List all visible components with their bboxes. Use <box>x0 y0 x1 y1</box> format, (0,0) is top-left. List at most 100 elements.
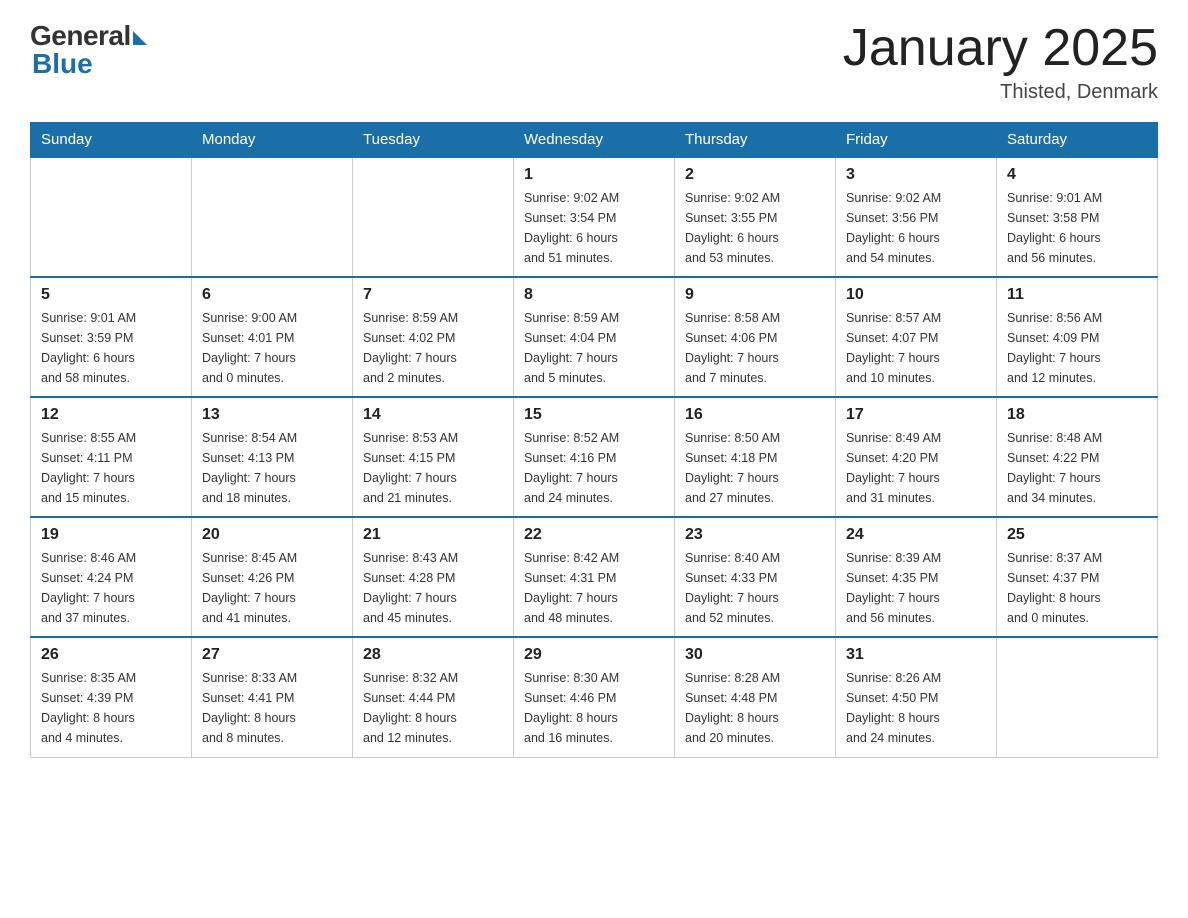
day-info: Sunrise: 8:30 AMSunset: 4:46 PMDaylight:… <box>524 668 664 748</box>
day-number: 24 <box>846 526 986 544</box>
day-info: Sunrise: 9:02 AMSunset: 3:54 PMDaylight:… <box>524 188 664 268</box>
calendar-week-row: 1 Sunrise: 9:02 AMSunset: 3:54 PMDaylight… <box>31 157 1158 277</box>
table-row: 28 Sunrise: 8:32 AMSunset: 4:44 PMDayligh… <box>353 637 514 757</box>
logo-arrow-icon <box>133 31 147 45</box>
day-number: 18 <box>1007 406 1147 424</box>
day-info: Sunrise: 8:55 AMSunset: 4:11 PMDaylight:… <box>41 428 181 508</box>
day-number: 30 <box>685 646 825 664</box>
day-number: 6 <box>202 286 342 304</box>
table-row: 17 Sunrise: 8:49 AMSunset: 4:20 PMDayligh… <box>836 397 997 517</box>
day-info: Sunrise: 9:02 AMSunset: 3:56 PMDaylight:… <box>846 188 986 268</box>
table-row: 20 Sunrise: 8:45 AMSunset: 4:26 PMDayligh… <box>192 517 353 637</box>
day-number: 7 <box>363 286 503 304</box>
table-row: 3Sunrise: 9:02 AMSunset: 3:56 PMDaylight… <box>836 157 997 277</box>
calendar-week-row: 5Sunrise: 9:01 AMSunset: 3:59 PMDaylight… <box>31 277 1158 397</box>
header-wednesday: Wednesday <box>514 123 675 158</box>
page-header: General Blue January 2025 Thisted, Denma… <box>30 20 1158 104</box>
table-row: 25Sunrise: 8:37 AMSunset: 4:37 PMDayligh… <box>997 517 1158 637</box>
calendar-subtitle: Thisted, Denmark <box>843 81 1158 104</box>
table-row: 9 Sunrise: 8:58 AMSunset: 4:06 PMDaylight… <box>675 277 836 397</box>
table-row: 5Sunrise: 9:01 AMSunset: 3:59 PMDaylight… <box>31 277 192 397</box>
day-number: 9 <box>685 286 825 304</box>
logo: General Blue <box>30 20 147 80</box>
day-number: 13 <box>202 406 342 424</box>
header-sunday: Sunday <box>31 123 192 158</box>
table-row: 16 Sunrise: 8:50 AMSunset: 4:18 PMDayligh… <box>675 397 836 517</box>
calendar-week-row: 19 Sunrise: 8:46 AMSunset: 4:24 PMDayligh… <box>31 517 1158 637</box>
table-row: 6Sunrise: 9:00 AMSunset: 4:01 PMDaylight… <box>192 277 353 397</box>
table-row: 21Sunrise: 8:43 AMSunset: 4:28 PMDayligh… <box>353 517 514 637</box>
table-row: 14Sunrise: 8:53 AMSunset: 4:15 PMDayligh… <box>353 397 514 517</box>
day-info: Sunrise: 8:54 AMSunset: 4:13 PMDaylight:… <box>202 428 342 508</box>
day-info: Sunrise: 8:59 AMSunset: 4:04 PMDaylight:… <box>524 308 664 388</box>
day-number: 11 <box>1007 286 1147 304</box>
day-number: 26 <box>41 646 181 664</box>
calendar-week-row: 26 Sunrise: 8:35 AMSunset: 4:39 PMDayligh… <box>31 637 1158 757</box>
table-row: 29 Sunrise: 8:30 AMSunset: 4:46 PMDayligh… <box>514 637 675 757</box>
day-number: 23 <box>685 526 825 544</box>
day-number: 20 <box>202 526 342 544</box>
table-row: 23 Sunrise: 8:40 AMSunset: 4:33 PMDayligh… <box>675 517 836 637</box>
day-number: 27 <box>202 646 342 664</box>
table-row: 30Sunrise: 8:28 AMSunset: 4:48 PMDayligh… <box>675 637 836 757</box>
day-number: 22 <box>524 526 664 544</box>
table-row <box>353 157 514 277</box>
day-number: 29 <box>524 646 664 664</box>
table-row: 19 Sunrise: 8:46 AMSunset: 4:24 PMDayligh… <box>31 517 192 637</box>
table-row: 11Sunrise: 8:56 AMSunset: 4:09 PMDayligh… <box>997 277 1158 397</box>
day-info: Sunrise: 8:45 AMSunset: 4:26 PMDaylight:… <box>202 548 342 628</box>
day-info: Sunrise: 8:40 AMSunset: 4:33 PMDaylight:… <box>685 548 825 628</box>
day-info: Sunrise: 8:39 AMSunset: 4:35 PMDaylight:… <box>846 548 986 628</box>
day-info: Sunrise: 9:01 AMSunset: 3:58 PMDaylight:… <box>1007 188 1147 268</box>
header-monday: Monday <box>192 123 353 158</box>
table-row: 27 Sunrise: 8:33 AMSunset: 4:41 PMDayligh… <box>192 637 353 757</box>
day-info: Sunrise: 8:50 AMSunset: 4:18 PMDaylight:… <box>685 428 825 508</box>
table-row <box>31 157 192 277</box>
day-number: 4 <box>1007 166 1147 184</box>
table-row: 8 Sunrise: 8:59 AMSunset: 4:04 PMDaylight… <box>514 277 675 397</box>
day-info: Sunrise: 8:52 AMSunset: 4:16 PMDaylight:… <box>524 428 664 508</box>
calendar-table: Sunday Monday Tuesday Wednesday Thursday… <box>30 122 1158 758</box>
day-info: Sunrise: 8:49 AMSunset: 4:20 PMDaylight:… <box>846 428 986 508</box>
table-row: 1 Sunrise: 9:02 AMSunset: 3:54 PMDaylight… <box>514 157 675 277</box>
day-info: Sunrise: 8:37 AMSunset: 4:37 PMDaylight:… <box>1007 548 1147 628</box>
day-info: Sunrise: 8:35 AMSunset: 4:39 PMDaylight:… <box>41 668 181 748</box>
day-number: 17 <box>846 406 986 424</box>
day-number: 8 <box>524 286 664 304</box>
day-info: Sunrise: 8:26 AMSunset: 4:50 PMDaylight:… <box>846 668 986 748</box>
header-friday: Friday <box>836 123 997 158</box>
day-number: 21 <box>363 526 503 544</box>
day-number: 10 <box>846 286 986 304</box>
day-info: Sunrise: 8:33 AMSunset: 4:41 PMDaylight:… <box>202 668 342 748</box>
day-number: 28 <box>363 646 503 664</box>
table-row: 12 Sunrise: 8:55 AMSunset: 4:11 PMDayligh… <box>31 397 192 517</box>
day-info: Sunrise: 8:32 AMSunset: 4:44 PMDaylight:… <box>363 668 503 748</box>
table-row: 15 Sunrise: 8:52 AMSunset: 4:16 PMDayligh… <box>514 397 675 517</box>
day-number: 1 <box>524 166 664 184</box>
header-tuesday: Tuesday <box>353 123 514 158</box>
header-thursday: Thursday <box>675 123 836 158</box>
header-saturday: Saturday <box>997 123 1158 158</box>
table-row: 31Sunrise: 8:26 AMSunset: 4:50 PMDayligh… <box>836 637 997 757</box>
day-info: Sunrise: 8:46 AMSunset: 4:24 PMDaylight:… <box>41 548 181 628</box>
day-info: Sunrise: 9:02 AMSunset: 3:55 PMDaylight:… <box>685 188 825 268</box>
day-number: 5 <box>41 286 181 304</box>
table-row: 22Sunrise: 8:42 AMSunset: 4:31 PMDayligh… <box>514 517 675 637</box>
day-info: Sunrise: 8:58 AMSunset: 4:06 PMDaylight:… <box>685 308 825 388</box>
day-number: 19 <box>41 526 181 544</box>
day-number: 16 <box>685 406 825 424</box>
logo-blue-text: Blue <box>30 48 93 80</box>
table-row: 26 Sunrise: 8:35 AMSunset: 4:39 PMDayligh… <box>31 637 192 757</box>
table-row: 10Sunrise: 8:57 AMSunset: 4:07 PMDayligh… <box>836 277 997 397</box>
title-block: January 2025 Thisted, Denmark <box>843 20 1158 104</box>
table-row: 24 Sunrise: 8:39 AMSunset: 4:35 PMDayligh… <box>836 517 997 637</box>
table-row: 2Sunrise: 9:02 AMSunset: 3:55 PMDaylight… <box>675 157 836 277</box>
table-row <box>997 637 1158 757</box>
day-number: 12 <box>41 406 181 424</box>
table-row <box>192 157 353 277</box>
calendar-header-row: Sunday Monday Tuesday Wednesday Thursday… <box>31 123 1158 158</box>
calendar-week-row: 12 Sunrise: 8:55 AMSunset: 4:11 PMDayligh… <box>31 397 1158 517</box>
calendar-title: January 2025 <box>843 20 1158 77</box>
day-number: 15 <box>524 406 664 424</box>
day-info: Sunrise: 8:48 AMSunset: 4:22 PMDaylight:… <box>1007 428 1147 508</box>
